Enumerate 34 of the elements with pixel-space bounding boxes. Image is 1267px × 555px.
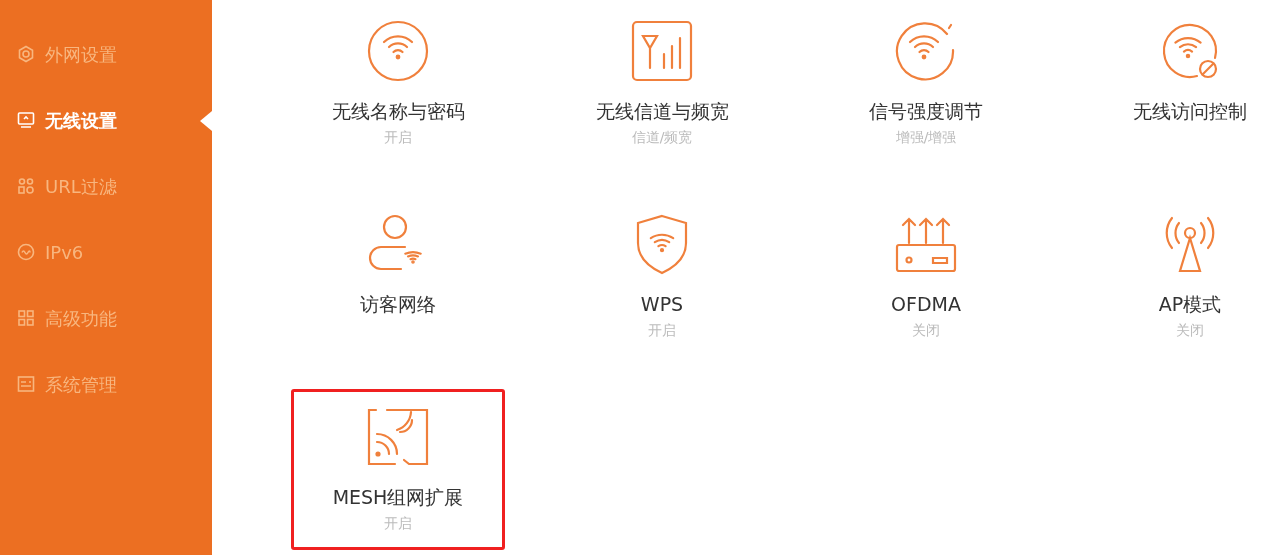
feature-title: 无线名称与密码 xyxy=(331,99,465,123)
feature-card[interactable]: 无线访问控制 xyxy=(1115,20,1265,147)
feature-title: OFDMA xyxy=(891,292,961,316)
feature-card[interactable]: AP模式 关闭 xyxy=(1115,213,1265,340)
signal-icon xyxy=(631,20,693,82)
wifi-icon xyxy=(367,20,429,82)
nodes-icon xyxy=(17,177,35,195)
highlighted-feature-card[interactable]: MESH组网扩展 开启 xyxy=(291,389,505,550)
feature-status: 增强/增强 xyxy=(895,128,957,147)
feature-title: 无线访问控制 xyxy=(1133,99,1247,123)
feature-card[interactable]: 访客网络 xyxy=(323,213,473,340)
feature-title: WPS xyxy=(640,292,684,316)
feature-status: 开启 xyxy=(648,321,676,340)
wifi-icon xyxy=(895,20,957,82)
grid-icon xyxy=(17,309,35,327)
feature-title: MESH组网扩展 xyxy=(332,485,464,509)
feature-title: 访客网络 xyxy=(360,292,436,316)
monitor-icon xyxy=(17,111,35,129)
feature-card[interactable]: OFDMA 关闭 xyxy=(851,213,1001,340)
panel-icon xyxy=(17,375,35,393)
feature-title: 信号强度调节 xyxy=(869,99,983,123)
mesh-icon xyxy=(367,406,429,468)
feature-status: 关闭 xyxy=(912,321,940,340)
feature-card[interactable]: 无线名称与密码 开启 xyxy=(323,20,473,147)
feature-card[interactable]: WPS 开启 xyxy=(587,213,737,340)
selection-pointer xyxy=(200,111,212,131)
feature-card[interactable]: 无线信道与频宽 信道/频宽 xyxy=(587,20,737,147)
feature-title: AP模式 xyxy=(1158,292,1222,316)
feature-card[interactable]: 信号强度调节 增强/增强 xyxy=(851,20,1001,147)
feature-status: 开启 xyxy=(384,128,412,147)
feature-status: 关闭 xyxy=(1176,321,1204,340)
feature-title: 无线信道与频宽 xyxy=(595,99,729,123)
feature-status: 开启 xyxy=(384,514,412,533)
feature-status: 信道/频宽 xyxy=(631,128,693,147)
